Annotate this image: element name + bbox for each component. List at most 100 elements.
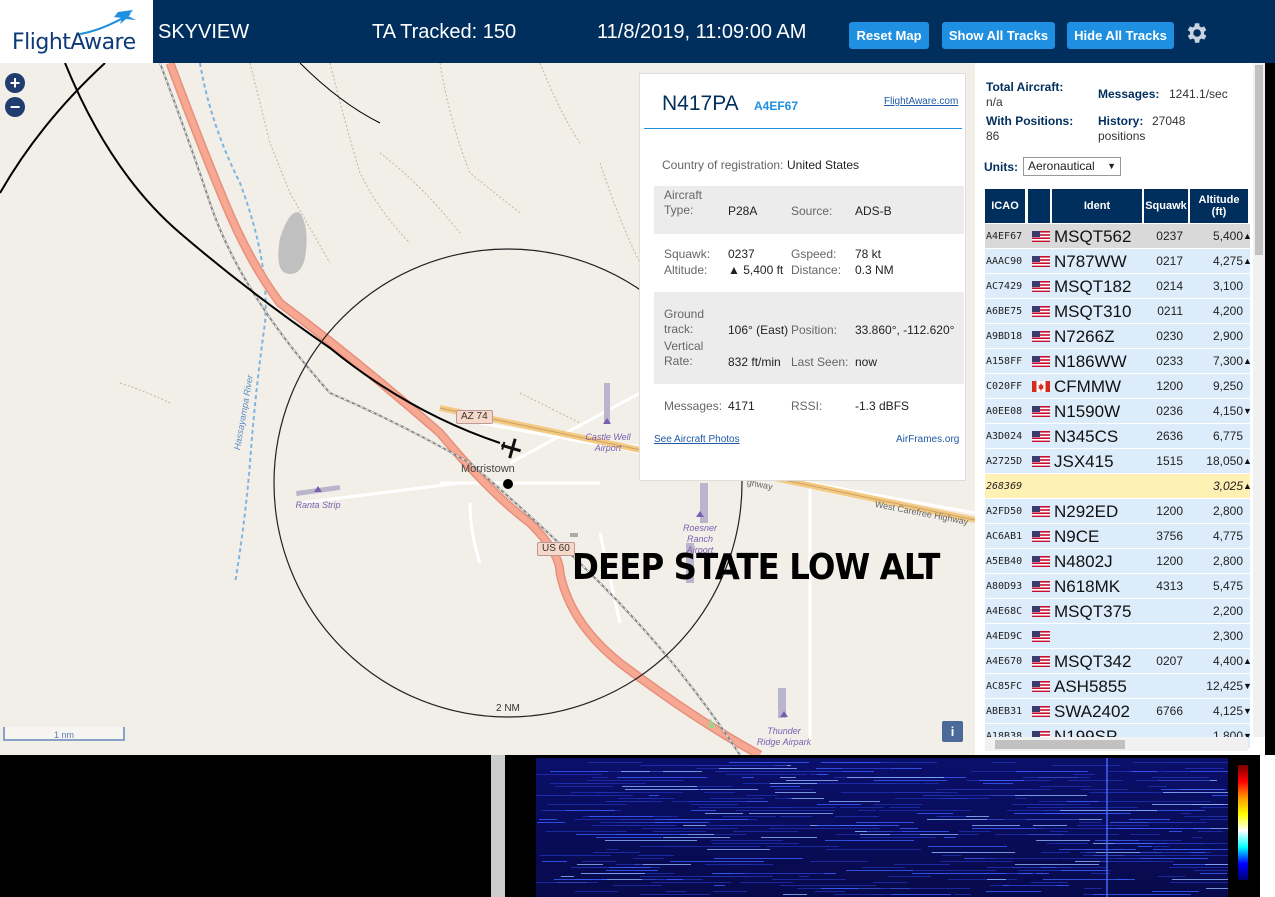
country-value: United States — [787, 158, 860, 172]
top-header: FlightAware SKYVIEW TA Tracked: 150 11/8… — [0, 0, 1275, 63]
flag-cell — [1030, 624, 1052, 649]
table-row[interactable]: A4ED9C 2,300 — [985, 624, 1250, 649]
squawk-cell: 0207 — [1156, 654, 1183, 668]
airframes-link[interactable]: AirFrames.org — [896, 432, 959, 447]
table-row[interactable]: AC85FC ASH5855 12,425 ▼ — [985, 674, 1251, 699]
current-datetime: 11/8/2019, 11:09:00 AM — [597, 21, 807, 43]
table-row[interactable]: A4E68C MSQT375 2,200 — [985, 599, 1250, 624]
waterfall-colorbar — [1238, 765, 1248, 880]
table-row[interactable]: A4E670 MSQT342 0207 4,400 ▲ — [985, 649, 1251, 674]
altitude-cell: 18,050 — [1206, 454, 1243, 468]
units-select[interactable]: Aeronautical ▼ — [1023, 157, 1121, 176]
altitude-trend-icon — [1243, 374, 1251, 399]
ident-cell: N7266Z — [1054, 327, 1115, 346]
flag-cell — [1030, 374, 1052, 399]
flag-cell — [1030, 549, 1052, 574]
altitude-cell: 4,200 — [1212, 304, 1243, 318]
us-flag-icon — [1032, 456, 1050, 467]
gear-icon[interactable] — [1183, 20, 1209, 46]
squawk-cell: 0217 — [1156, 254, 1183, 268]
squawk-cell: 1200 — [1156, 504, 1183, 518]
table-row[interactable]: A4EF67 MSQT562 0237 5,400 ▲ — [985, 224, 1251, 249]
altitude-trend-icon — [1243, 624, 1251, 649]
ident-cell: N1590W — [1054, 402, 1121, 421]
squawk-cell: 0233 — [1156, 354, 1183, 368]
altitude-trend-icon: ▼ — [1243, 706, 1251, 716]
squawk-cell: 0236 — [1156, 404, 1183, 418]
flightaware-logo[interactable]: FlightAware — [0, 0, 153, 63]
canada-flag-icon — [1032, 381, 1050, 392]
zoom-out-button[interactable]: − — [5, 97, 25, 117]
table-row[interactable]: AAAC90 N787WW 0217 4,275 ▲ — [985, 249, 1251, 274]
sdr-panel — [0, 755, 1275, 897]
icao-cell: A4EF67 — [986, 231, 1023, 242]
us-flag-icon — [1032, 356, 1050, 367]
squawk-cell: 1200 — [1156, 379, 1183, 393]
altitude-cell: 6,775 — [1212, 429, 1243, 443]
panel-divider[interactable] — [491, 755, 505, 897]
squawk-cell — [1145, 674, 1183, 699]
deep-state-annotation: DEEP STATE LOW ALT — [572, 547, 940, 588]
column-ident[interactable]: Ident — [1052, 189, 1144, 223]
show-all-tracks-button[interactable]: Show All Tracks — [942, 22, 1055, 49]
tracked-count: TA Tracked: 150 — [372, 21, 517, 43]
flightaware-link[interactable]: FlightAware.com — [884, 96, 958, 107]
table-row[interactable]: ABEB31 SWA2402 6766 4,125 ▼ — [985, 699, 1251, 724]
map-info-button[interactable]: i — [942, 721, 963, 742]
ground-track-label: Ground track: — [664, 307, 705, 336]
zoom-in-button[interactable]: + — [5, 73, 25, 93]
altitude-label: Altitude: — [664, 263, 708, 277]
table-row[interactable]: A0EE08 N1590W 0236 4,150 ▼ — [985, 399, 1251, 424]
column-altitude[interactable]: Altitude (ft) — [1190, 189, 1250, 223]
ident-cell: MSQT310 — [1054, 302, 1132, 321]
total-aircraft-value: n/a — [986, 95, 1003, 109]
sidebar-horizontal-scrollbar[interactable] — [985, 737, 1248, 751]
aircraft-photos-link[interactable]: See Aircraft Photos — [654, 432, 740, 447]
squawk-cell: 2636 — [1156, 429, 1183, 443]
scrollbar-thumb[interactable] — [995, 740, 1125, 749]
flag-cell — [1030, 499, 1052, 524]
az74-shield: AZ 74 — [456, 410, 493, 424]
table-row[interactable]: AC6AB1 N9CE 3756 4,775 — [985, 524, 1250, 549]
table-row[interactable]: A6BE75 MSQT310 0211 4,200 — [985, 299, 1250, 324]
us-flag-icon — [1032, 431, 1050, 442]
altitude-trend-icon — [1243, 574, 1251, 599]
column-squawk[interactable]: Squawk — [1144, 189, 1190, 223]
scrollbar-thumb[interactable] — [1255, 65, 1263, 255]
table-row[interactable]: 268369 3,025 ▲ — [985, 474, 1251, 499]
sidebar-vertical-scrollbar[interactable] — [1253, 63, 1265, 737]
altitude-cell: 2,300 — [1212, 629, 1243, 643]
us-flag-icon — [1032, 581, 1050, 592]
column-flag[interactable] — [1028, 189, 1052, 223]
popup-section-track — [654, 292, 964, 384]
source-label: Source: — [791, 204, 833, 218]
table-row[interactable]: A3D024 N345CS 2636 6,775 — [985, 424, 1250, 449]
squawk-cell — [1145, 474, 1183, 499]
table-row[interactable]: AC7429 MSQT182 0214 3,100 — [985, 274, 1250, 299]
hide-all-tracks-button[interactable]: Hide All Tracks — [1067, 22, 1174, 49]
table-row[interactable]: A2725D JSX415 1515 18,050 ▲ — [985, 449, 1251, 474]
altitude-trend-icon — [1243, 524, 1251, 549]
table-row[interactable]: A158FF N186WW 0233 7,300 ▲ — [985, 349, 1251, 374]
aircraft-type-value: P28A — [728, 204, 758, 218]
reset-map-button[interactable]: Reset Map — [849, 22, 929, 49]
ident-cell: N4802J — [1054, 552, 1113, 571]
flag-cell — [1030, 399, 1052, 424]
column-icao[interactable]: ICAO — [985, 189, 1027, 223]
table-row[interactable]: A9BD18 N7266Z 0230 2,900 — [985, 324, 1250, 349]
altitude-cell: 7,300 — [1212, 354, 1243, 368]
ident-cell: MSQT342 — [1054, 652, 1132, 671]
us-flag-icon — [1032, 681, 1050, 692]
vertical-rate-label: Vertical Rate: — [664, 339, 704, 368]
table-row[interactable]: A80D93 N618MK 4313 5,475 — [985, 574, 1250, 599]
altitude-cell: 2,900 — [1212, 329, 1243, 343]
altitude-trend-icon: ▼ — [1243, 681, 1251, 691]
table-row[interactable]: A5EB40 N4802J 1200 2,800 — [985, 549, 1250, 574]
altitude-cell: 12,425 — [1206, 679, 1243, 693]
table-row[interactable]: A2FD50 N292ED 1200 2,800 — [985, 499, 1250, 524]
table-row[interactable]: C020FF CFMMW 1200 9,250 — [985, 374, 1250, 399]
source-value: ADS-B — [855, 204, 892, 218]
popup-icao: A4EF67 — [754, 99, 799, 113]
flag-cell — [1030, 424, 1052, 449]
us-flag-icon — [1032, 631, 1050, 642]
